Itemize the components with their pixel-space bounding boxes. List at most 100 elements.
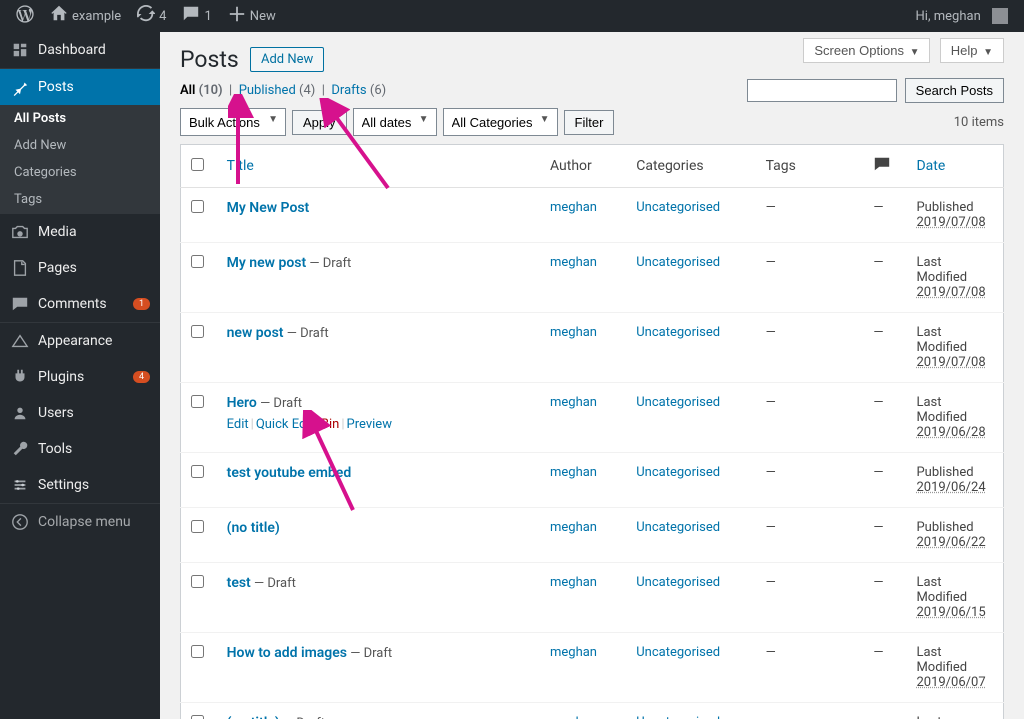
row-checkbox[interactable] [191,520,204,533]
select-all-checkbox[interactable] [191,158,204,171]
category-link[interactable]: Uncategorised [636,645,720,660]
menu-appearance[interactable]: Appearance [0,322,160,359]
author-link[interactable]: meghan [550,395,597,410]
filter-published[interactable]: Published (4) [239,83,316,98]
menu-label: Dashboard [38,42,106,58]
row-checkbox[interactable] [191,395,204,408]
post-title-link[interactable]: (no title) [227,715,280,719]
comments-link[interactable]: 1 [174,0,219,32]
apply-button[interactable]: Apply [292,110,347,135]
category-link[interactable]: Uncategorised [636,255,720,270]
category-link[interactable]: Uncategorised [636,465,720,480]
filter-all[interactable]: All (10) [180,83,223,98]
menu-comments[interactable]: Comments1 [0,286,160,322]
table-row: My new post — DraftmeghanUncategorised——… [181,243,1004,313]
post-title-link[interactable]: My new post [227,255,307,271]
author-link[interactable]: meghan [550,575,597,590]
updates-link[interactable]: 4 [129,0,174,32]
category-filter-select[interactable]: All Categories [443,108,558,136]
category-link[interactable]: Uncategorised [636,395,720,410]
post-title-link[interactable]: Hero [227,395,257,411]
plugins-badge: 4 [133,371,150,383]
tags-cell: — [756,313,864,383]
col-date[interactable]: Date [916,158,945,174]
date-status: LastModified [916,645,967,675]
submenu-tags[interactable]: Tags [0,186,160,213]
comments-cell: — [863,188,906,243]
author-link[interactable]: meghan [550,645,597,660]
menu-plugins[interactable]: Plugins 4 [0,359,160,395]
submenu-categories[interactable]: Categories [0,159,160,186]
row-checkbox[interactable] [191,200,204,213]
row-checkbox[interactable] [191,325,204,338]
category-link[interactable]: Uncategorised [636,200,720,215]
author-link[interactable]: meghan [550,520,597,535]
new-content-link[interactable]: New [220,0,284,32]
author-link[interactable]: meghan [550,200,597,215]
menu-label: Plugins [38,369,84,385]
date-filter-select[interactable]: All dates [353,108,437,136]
row-checkbox[interactable] [191,255,204,268]
menu-dashboard[interactable]: Dashboard [0,32,160,68]
table-row: test youtube embedmeghanUncategorised——P… [181,453,1004,508]
action-quick-edit[interactable]: Quick Edit [256,417,314,432]
bulk-action-select[interactable]: Bulk Actions [180,108,286,136]
row-checkbox[interactable] [191,645,204,658]
screen-options-btn[interactable]: Screen Options ▼ [803,38,930,63]
menu-posts[interactable]: Posts [0,68,160,105]
action-preview[interactable]: Preview [347,417,392,432]
collapse-menu[interactable]: Collapse menu [0,503,160,540]
date-value: 2019/06/07 [916,675,985,690]
collapse-icon [10,512,30,532]
post-title-link[interactable]: My New Post [227,200,310,216]
admin-sidebar: Dashboard Posts All Posts Add New Catego… [0,32,160,719]
author-link[interactable]: meghan [550,465,597,480]
search-submit-button[interactable]: Search Posts [905,78,1004,103]
col-title[interactable]: Title [227,158,254,174]
menu-pages[interactable]: Pages [0,250,160,286]
category-link[interactable]: Uncategorised [636,575,720,590]
action-edit[interactable]: Edit [227,417,249,432]
site-name-link[interactable]: example [42,0,129,32]
help-btn[interactable]: Help ▼ [940,38,1004,63]
comments-cell: — [863,633,906,703]
filter-button[interactable]: Filter [564,110,615,135]
submenu-add-new[interactable]: Add New [0,132,160,159]
menu-label: Appearance [38,333,112,349]
action-bin[interactable]: Bin [321,417,339,432]
author-link[interactable]: meghan [550,715,597,719]
menu-tools[interactable]: Tools [0,431,160,467]
date-value: 2019/07/08 [916,285,985,300]
post-title-link[interactable]: How to add images [227,645,347,661]
tags-cell: — [756,563,864,633]
posts-table: Title Author Categories Tags Date My New… [180,144,1004,719]
add-new-button[interactable]: Add New [250,47,324,72]
my-account-link[interactable]: Hi, meghan [908,0,1016,32]
menu-settings[interactable]: Settings [0,467,160,503]
row-actions: Edit|Quick Edit|Bin|Preview [227,417,530,432]
menu-label: Media [38,224,77,240]
greeting-label: Hi, meghan [916,9,981,24]
category-link[interactable]: Uncategorised [636,325,720,340]
submenu-all-posts[interactable]: All Posts [0,105,160,132]
row-checkbox[interactable] [191,715,204,719]
category-link[interactable]: Uncategorised [636,715,720,719]
date-status: LastModified [916,255,967,285]
home-icon [50,5,68,27]
post-title-link[interactable]: new post [227,325,284,341]
post-title-link[interactable]: test [227,575,251,591]
category-link[interactable]: Uncategorised [636,520,720,535]
menu-users[interactable]: Users [0,395,160,431]
search-input[interactable] [747,79,897,102]
menu-media[interactable]: Media [0,213,160,250]
wp-logo[interactable] [8,0,42,32]
post-title-link[interactable]: test youtube embed [227,465,352,481]
author-link[interactable]: meghan [550,325,597,340]
author-link[interactable]: meghan [550,255,597,270]
col-author: Author [550,158,592,174]
row-checkbox[interactable] [191,465,204,478]
post-title-link[interactable]: (no title) [227,520,280,536]
filter-drafts[interactable]: Drafts (6) [331,83,386,98]
comments-cell: — [863,453,906,508]
row-checkbox[interactable] [191,575,204,588]
